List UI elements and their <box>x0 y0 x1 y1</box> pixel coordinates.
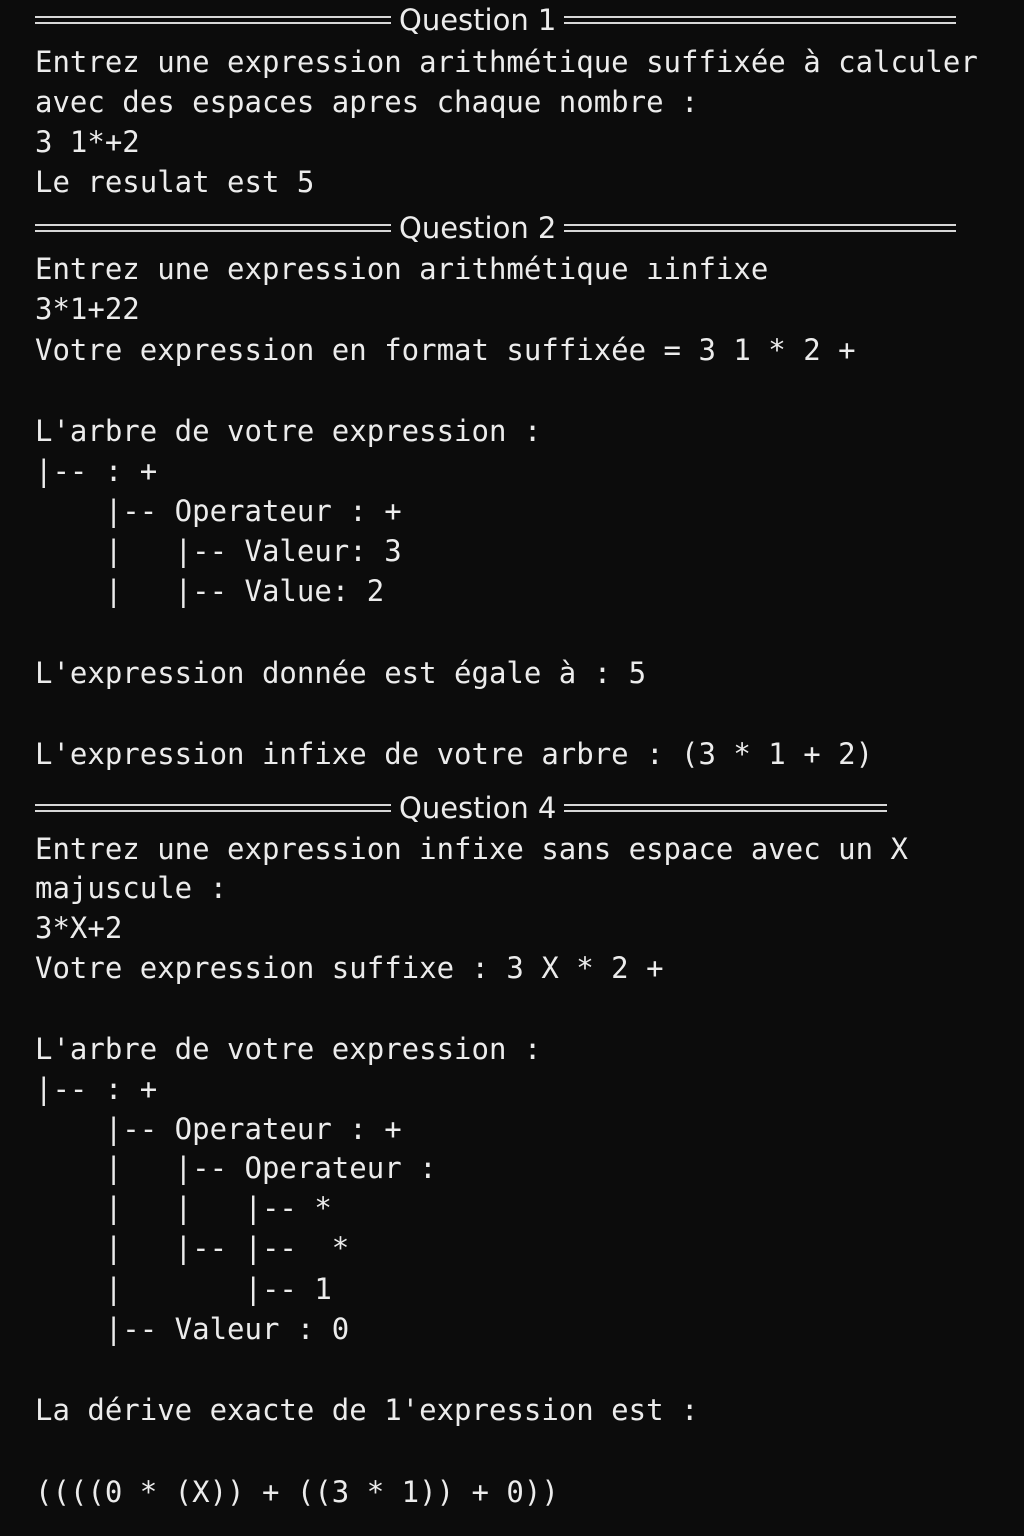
question-2-header: Question 2 <box>35 208 957 248</box>
q2-tree-line: |-- : + <box>35 454 158 488</box>
q4-tree-line: |-- Valeur : 0 <box>35 1312 350 1346</box>
question-4-header: Question 4 <box>35 788 888 828</box>
q2-tree-line: |-- Operateur : + <box>35 494 402 528</box>
q4-tree-line: | |-- |-- * <box>35 1231 350 1265</box>
q4-user-input: 3*X+2 <box>35 911 123 945</box>
q2-tree-title: L'arbre de votre expression : <box>35 414 542 448</box>
question-4-title: Question 4 <box>399 791 557 825</box>
q4-prompt-line-2: majuscule : <box>35 871 228 905</box>
header-rule-right <box>564 16 957 24</box>
q1-prompt-line-2: avec des espaces apres chaque nombre : <box>35 85 699 119</box>
q2-value-output: L'expression donnée est égale à : 5 <box>35 656 647 690</box>
q4-prompt-line-1: Entrez une expression infixe sans espace… <box>35 832 908 866</box>
header-rule-left <box>35 224 391 232</box>
header-rule-left <box>35 16 391 24</box>
q4-tree-line: | | |-- * <box>35 1191 332 1225</box>
q1-user-input: 3 1*+2 <box>35 125 140 159</box>
q2-tree-line: | |-- Value: 2 <box>35 574 385 608</box>
q2-infix-output: L'expression infixe de votre arbre : (3 … <box>35 737 874 771</box>
q4-derive-value: ((((0 * (X)) + ((3 * 1)) + 0)) <box>35 1475 559 1509</box>
q4-tree-line: |-- : + <box>35 1072 158 1106</box>
q4-derive-title: La dérive exacte de 1'expression est : <box>35 1393 699 1427</box>
q4-postfix-output: Votre expression suffixe : 3 X * 2 + <box>35 951 664 985</box>
q2-tree-line: | |-- Valeur: 3 <box>35 534 402 568</box>
header-rule-right <box>564 804 888 812</box>
header-rule-left <box>35 804 391 812</box>
q4-tree-line: | |-- 1 <box>35 1272 332 1306</box>
q4-tree-title: L'arbre de votre expression : <box>35 1032 542 1066</box>
question-1-title: Question 1 <box>399 3 557 37</box>
question-1-header: Question 1 <box>35 0 957 40</box>
q2-prompt: Entrez une expression arithmétique ıinfi… <box>35 252 769 286</box>
console-window[interactable]: Question 1 Entrez une expression arithmé… <box>0 0 1024 1536</box>
q4-tree-line: | |-- Operateur : <box>35 1151 437 1185</box>
q4-tree-line: |-- Operateur : + <box>35 1112 402 1146</box>
q1-result: Le resulat est 5 <box>35 165 315 199</box>
q2-postfix-output: Votre expression en format suffixée = 3 … <box>35 333 856 367</box>
question-2-title: Question 2 <box>399 211 557 245</box>
q2-user-input: 3*1+22 <box>35 292 140 326</box>
header-rule-right <box>564 224 957 232</box>
q1-prompt-line-1: Entrez une expression arithmétique suffi… <box>35 45 978 79</box>
